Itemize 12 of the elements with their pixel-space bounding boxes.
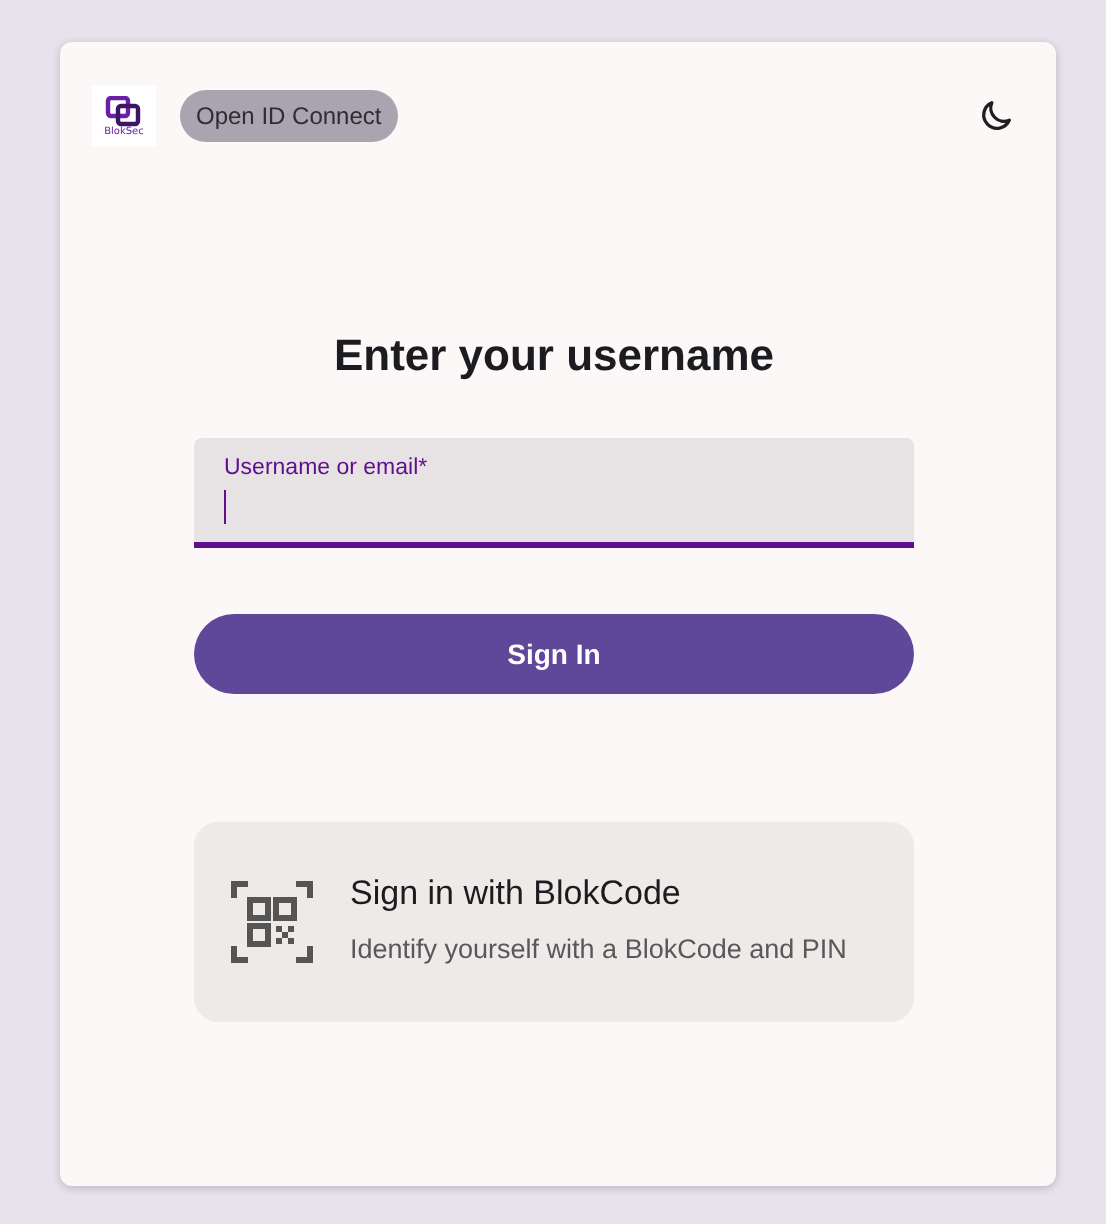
text-cursor xyxy=(224,490,226,524)
qr-code-icon xyxy=(230,880,314,964)
option-description: Identify yourself with a BlokCode and PIN xyxy=(350,932,847,969)
username-field[interactable]: Username or email* xyxy=(194,438,914,548)
page-title: Enter your username xyxy=(333,330,775,382)
field-label: Username or email* xyxy=(224,456,430,480)
blokcode-option[interactable]: Sign in with BlokCode Identify yourself with a BlokCode and PIN xyxy=(194,822,914,1022)
linked-squares-icon xyxy=(102,95,146,127)
sign-in-button[interactable]: Sign In xyxy=(194,614,914,694)
dark-mode-icon[interactable] xyxy=(976,96,1016,136)
protocol-badge: Open ID Connect xyxy=(180,90,398,142)
option-title: Sign in with BlokCode xyxy=(350,874,683,915)
